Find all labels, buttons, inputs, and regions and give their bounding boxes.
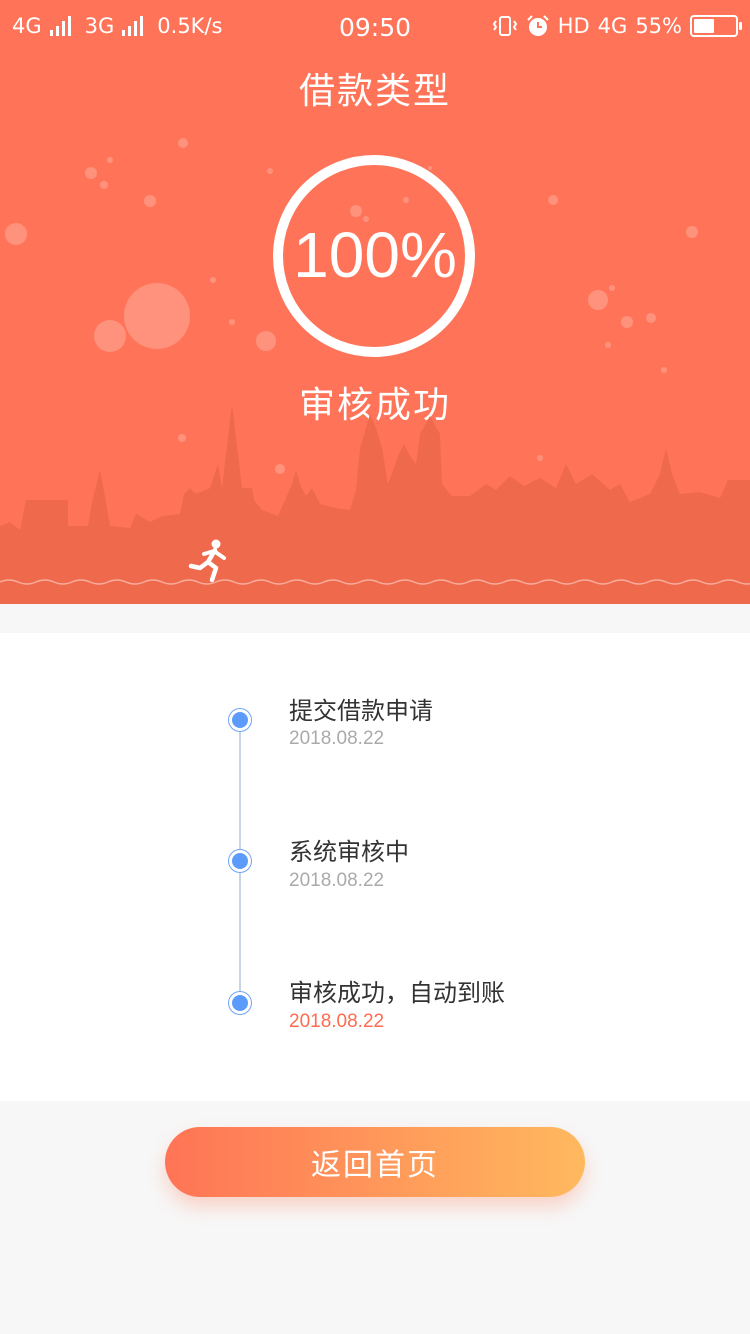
success-hero: 4G 3G 0.5K/s 09:50 HD 4G 55% 借款类型 100% 审… bbox=[0, 0, 750, 604]
timeline-step-title: 提交借款申请 bbox=[289, 697, 433, 725]
running-person-icon bbox=[188, 539, 226, 583]
hd-indicator: HD bbox=[557, 14, 590, 38]
alarm-clock-icon bbox=[526, 15, 549, 36]
timeline-dot bbox=[229, 850, 251, 872]
timeline-step-date: 2018.08.22 bbox=[289, 728, 385, 749]
status-bar: 4G 3G 0.5K/s 09:50 HD 4G 55% bbox=[0, 0, 750, 54]
progress-value: 100% bbox=[293, 219, 457, 291]
timeline-step-title: 审核成功，自动到账 bbox=[289, 979, 505, 1007]
timeline-step-date: 2018.08.22 bbox=[289, 870, 385, 891]
battery-level bbox=[694, 19, 715, 33]
network-type-3: 4G bbox=[597, 14, 628, 38]
timeline-dot bbox=[229, 709, 251, 731]
timeline-step-date: 2018.08.22 bbox=[289, 1011, 385, 1032]
timeline-dot bbox=[229, 992, 251, 1014]
battery-icon bbox=[690, 15, 742, 37]
city-skyline bbox=[0, 404, 750, 604]
battery-percent: 55% bbox=[635, 14, 682, 38]
progress-timeline: 提交借款申请 2018.08.22 系统审核中 2018.08.22 审核成功，… bbox=[0, 633, 750, 1101]
page-title: 借款类型 bbox=[298, 71, 451, 112]
vibrate-icon bbox=[492, 16, 517, 36]
return-home-button[interactable]: 返回首页 bbox=[165, 1127, 585, 1197]
timeline-step-title: 系统审核中 bbox=[289, 838, 409, 866]
